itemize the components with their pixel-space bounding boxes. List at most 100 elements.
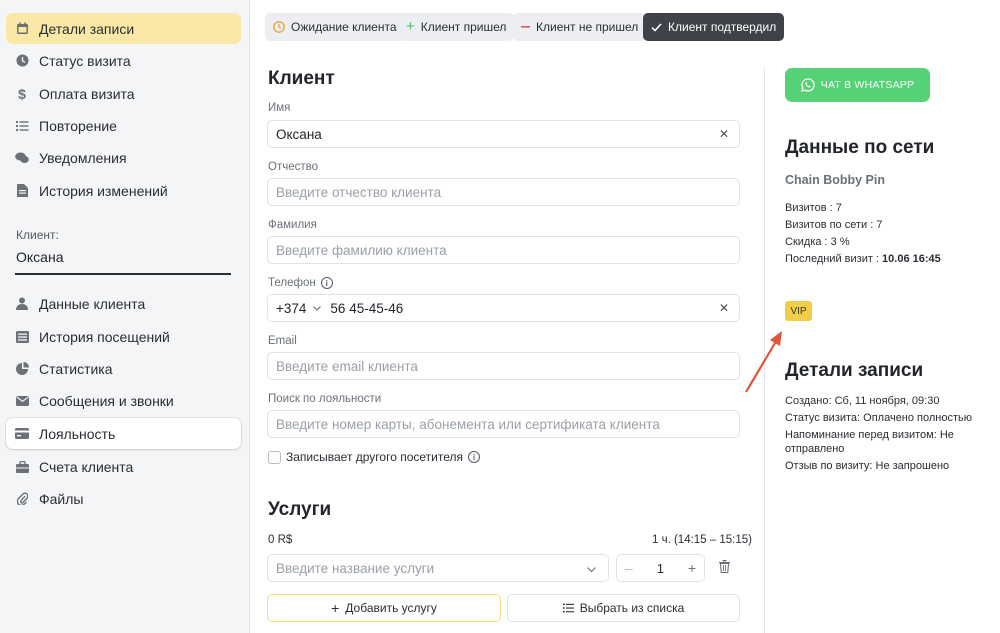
- sidebar-item-notifications[interactable]: Уведомления: [6, 142, 241, 173]
- visit-status: Статус визита: Оплачено полностью: [785, 412, 973, 424]
- sidebar-item-label: Оплата визита: [39, 85, 135, 102]
- sidebar-item-label: Статистика: [39, 360, 113, 377]
- sidebar-item-client-data[interactable]: Данные клиента: [6, 288, 241, 319]
- clock-icon: [15, 54, 29, 68]
- sidebar-item-visit-status[interactable]: Статус визита: [6, 45, 241, 76]
- other-visitor-row: Записывает другого посетителя i: [268, 450, 480, 464]
- info-icon[interactable]: i: [320, 277, 333, 289]
- sidebar-item-visit-history[interactable]: История посещений: [6, 321, 241, 352]
- visits-count: Визитов : 7: [785, 202, 842, 214]
- increment-button[interactable]: +: [688, 560, 696, 576]
- calendar-icon: [15, 22, 29, 36]
- phone-field[interactable]: +374 56 45-45-46 ✕: [267, 294, 740, 322]
- network-visits-count: Визитов по сети : 7: [785, 219, 883, 231]
- sidebar-item-files[interactable]: Файлы: [6, 483, 241, 514]
- sidebar-item-label: Уведомления: [39, 149, 127, 166]
- briefcase-icon: [15, 460, 29, 474]
- chat-icon: [15, 151, 29, 165]
- sidebar-item-label: Файлы: [39, 490, 84, 507]
- first-name-label: Имя: [268, 102, 291, 114]
- feedback-status: Отзыв по визиту: Не запрошено: [785, 460, 950, 472]
- services-section-title: Услуги: [268, 499, 332, 520]
- client-underline: [15, 273, 231, 275]
- email-label: Email: [268, 335, 297, 347]
- sidebar-item-visit-payment[interactable]: $ Оплата визита: [6, 78, 241, 109]
- sidebar: Детали записи Статус визита $ Оплата виз…: [0, 0, 250, 633]
- sidebar-item-label: История посещений: [39, 328, 170, 345]
- pick-from-list-label: Выбрать из списка: [579, 601, 685, 615]
- last-visit-value: 10.06 16:45: [882, 253, 941, 265]
- list-box-icon: [15, 330, 29, 344]
- loyalty-search-field[interactable]: Введите номер карты, абонемента или серт…: [267, 410, 740, 438]
- sidebar-item-label: Данные клиента: [39, 295, 146, 312]
- list-icon: [15, 119, 29, 133]
- first-name-value: Оксана: [276, 126, 322, 142]
- add-service-label: Добавить услугу: [345, 601, 437, 615]
- chevron-down-icon[interactable]: [313, 305, 322, 311]
- phone-label-row: Телефон i: [268, 277, 333, 289]
- user-icon: [15, 297, 29, 311]
- sidebar-item-change-history[interactable]: История изменений: [6, 175, 241, 206]
- last-name-placeholder: Введите фамилию клиента: [276, 242, 447, 258]
- reminder-status: Напоминание перед визитом: Не отправлено: [785, 429, 954, 455]
- add-service-button[interactable]: + Добавить услугу: [267, 594, 501, 622]
- email-field[interactable]: Введите email клиента: [267, 352, 740, 380]
- pick-from-list-button[interactable]: Выбрать из списка: [507, 594, 740, 622]
- whatsapp-icon: [800, 78, 815, 92]
- first-name-field[interactable]: Оксана ✕: [267, 120, 740, 148]
- plus-icon: +: [406, 18, 415, 35]
- middle-name-label: Отчество: [268, 161, 318, 173]
- clock-icon: [273, 21, 285, 33]
- middle-name-field[interactable]: Введите отчество клиента: [267, 178, 740, 206]
- sidebar-item-label: Счета клиента: [39, 458, 134, 475]
- phone-label: Телефон: [268, 277, 316, 289]
- sidebar-item-repeat[interactable]: Повторение: [6, 110, 241, 141]
- chain-name: Chain Bobby Pin: [785, 173, 885, 187]
- last-name-field[interactable]: Введите фамилию клиента: [267, 236, 740, 264]
- client-confirmed-button[interactable]: Клиент подтвердил: [643, 13, 785, 41]
- discount: Скидка : 3 %: [785, 236, 850, 248]
- minus-icon: [521, 26, 530, 28]
- sidebar-item-statistics[interactable]: Статистика: [6, 353, 241, 384]
- sidebar-item-loyalty[interactable]: Лояльность: [6, 418, 241, 449]
- client-name: Оксана: [16, 249, 64, 265]
- sidebar-item-messages-calls[interactable]: Сообщения и звонки: [6, 385, 241, 416]
- client-not-arrived-button[interactable]: Клиент не пришел: [513, 13, 647, 41]
- chevron-down-icon[interactable]: [587, 561, 596, 576]
- service-search-placeholder: Введите название услуги: [276, 560, 435, 576]
- last-visit: Последний визит : 10.06 16:45: [785, 253, 941, 265]
- sidebar-item-client-invoices[interactable]: Счета клиента: [6, 451, 241, 482]
- client-not-arrived-label: Клиент не пришел: [536, 20, 639, 34]
- clear-icon[interactable]: ✕: [719, 302, 729, 314]
- service-search-input[interactable]: Введите название услуги: [267, 554, 609, 582]
- sidebar-item-record-details[interactable]: Детали записи: [6, 13, 241, 44]
- vip-badge: VIP: [785, 301, 812, 321]
- record-details-title: Детали записи: [785, 360, 924, 381]
- whatsapp-chat-button[interactable]: ЧАТ В WHATSAPP: [785, 68, 930, 102]
- waiting-client-button[interactable]: Ожидание клиента: [265, 13, 405, 41]
- email-placeholder: Введите email клиента: [276, 358, 418, 374]
- loyalty-search-label: Поиск по лояльности: [268, 393, 382, 405]
- client-arrived-label: Клиент пришел: [420, 20, 507, 34]
- network-data-title: Данные по сети: [785, 137, 935, 158]
- quantity-value: 1: [656, 560, 664, 576]
- quantity-stepper[interactable]: – 1 +: [616, 554, 705, 582]
- annotation-arrow-icon: [745, 331, 782, 393]
- pie-chart-icon: [15, 362, 29, 376]
- check-icon: [651, 22, 662, 32]
- sidebar-item-label: История изменений: [39, 182, 168, 199]
- loyalty-search-placeholder: Введите номер карты, абонемента или серт…: [276, 416, 660, 432]
- client-caption: Клиент:: [16, 228, 59, 242]
- other-visitor-checkbox[interactable]: [268, 450, 281, 464]
- info-icon[interactable]: i: [468, 451, 480, 463]
- sidebar-item-label: Статус визита: [39, 52, 131, 69]
- sidebar-item-label: Детали записи: [39, 20, 135, 37]
- services-duration: 1 ч. (14:15 – 15:15): [652, 534, 752, 546]
- decrement-button[interactable]: –: [625, 560, 633, 576]
- card-icon: [15, 427, 29, 441]
- last-name-label: Фамилия: [268, 219, 317, 231]
- clear-icon[interactable]: ✕: [719, 128, 729, 140]
- client-arrived-button[interactable]: + Клиент пришел: [398, 13, 515, 41]
- trash-icon[interactable]: [719, 560, 730, 576]
- country-code-select[interactable]: +374: [276, 301, 306, 316]
